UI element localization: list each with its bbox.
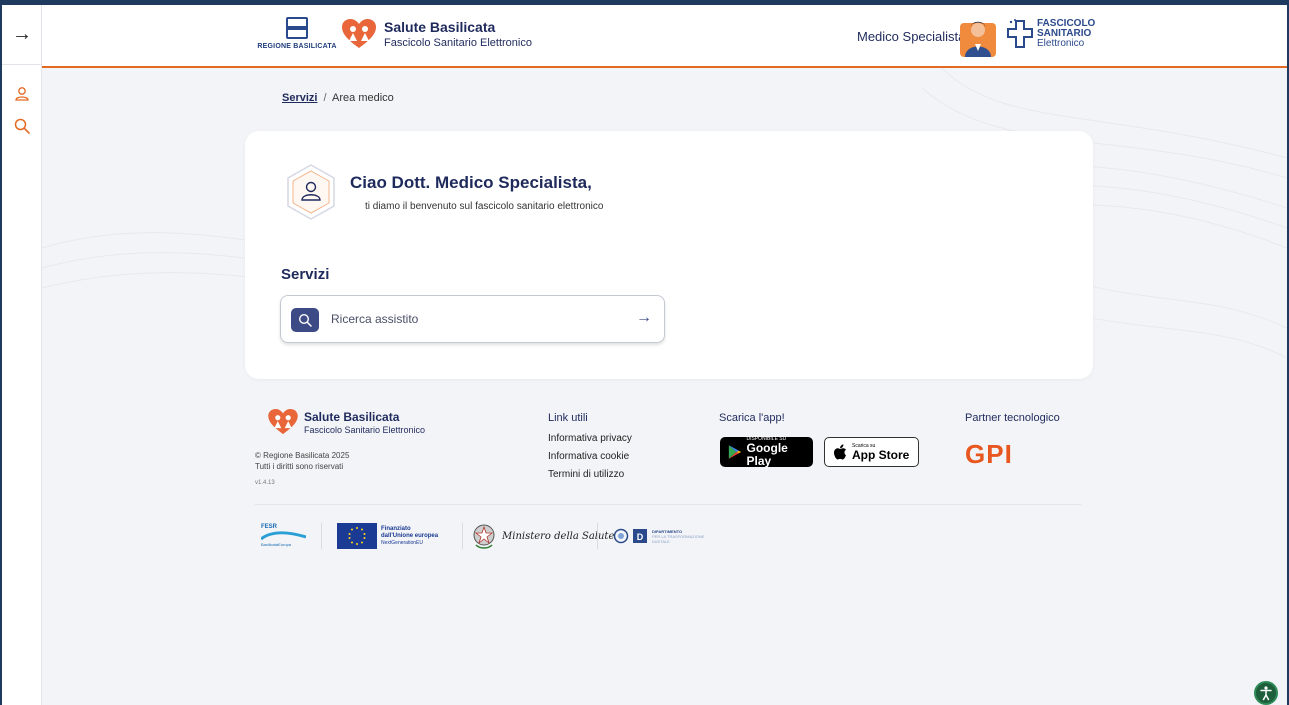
eu-line-2: dall'Unione europea — [381, 532, 439, 539]
terms-link[interactable]: Termini di utilizzo — [548, 466, 632, 484]
user-icon[interactable] — [13, 85, 31, 103]
eu-line-1: Finanziato — [381, 525, 411, 532]
apple-icon — [834, 444, 846, 460]
partner-separator — [462, 523, 463, 549]
footer: Salute Basilicata Fascicolo Sanitario El… — [255, 403, 1085, 563]
brand-subtitle: Fascicolo Sanitario Elettronico — [384, 37, 532, 49]
brand-title: Salute Basilicata — [384, 19, 496, 35]
google-play-button[interactable]: DISPONIBILE SU Google Play — [720, 436, 813, 468]
dept-line-3: DIGITALE — [652, 538, 670, 544]
welcome-text: ti diamo il benvenuto sul fascicolo sani… — [365, 201, 604, 212]
accessibility-button[interactable] — [1254, 681, 1278, 705]
version-label: v1.4.13 — [255, 480, 275, 486]
app-heading: Scarica l'app! — [719, 412, 785, 424]
user-avatar-icon — [287, 164, 335, 220]
google-play-big: Google Play — [746, 441, 788, 468]
partner-heading: Partner tecnologico — [965, 412, 1060, 424]
top-header: REGIONE BASILICATA Salute Basilicata Fas… — [42, 5, 1287, 68]
services-heading: Servizi — [281, 266, 330, 283]
breadcrumb-servizi-link[interactable]: Servizi — [282, 92, 317, 104]
fse-logo[interactable]: FASCICOLO SANITARIO Elettronico — [1007, 19, 1095, 49]
app-store-big: App Store — [852, 447, 910, 462]
ricerca-assistito-button[interactable]: Ricerca assistito → — [280, 295, 665, 343]
footer-brand-subtitle: Fascicolo Sanitario Elettronico — [304, 424, 426, 435]
region-logo-text: REGIONE BASILICATA — [257, 43, 337, 50]
app-window: → REGIONE BASILICATA Salute Basilicata F… — [0, 0, 1289, 705]
regional-crest-icon — [286, 17, 308, 39]
links-heading: Link utili — [548, 412, 588, 424]
copyright-text: © Regione Basilicata 2025 Tutti i diritt… — [255, 450, 349, 472]
google-play-icon — [728, 445, 742, 459]
footer-divider — [255, 504, 1081, 505]
dipartimento-logo[interactable]: D DIPARTIMENTO PER LA TRASFORMAZIONE DIG… — [613, 521, 704, 551]
copyright-line: © Regione Basilicata 2025 — [255, 451, 350, 460]
fesr-line-2: BasilicataEuropa — [261, 542, 292, 547]
app-store-button[interactable]: Scarica su App Store — [824, 437, 919, 467]
partner-separator — [597, 523, 598, 549]
italian-emblem-icon — [473, 524, 495, 549]
breadcrumb-separator: / — [323, 92, 327, 104]
medical-cross-icon — [1007, 19, 1033, 48]
doctor-avatar-icon[interactable] — [960, 17, 996, 57]
footer-brand-title: Salute Basilicata — [304, 409, 400, 424]
user-role-label[interactable]: Medico Specialista — [857, 29, 965, 44]
fesr-logo[interactable]: FESR BasilicataEuropa — [260, 521, 307, 551]
fse-line-3: Elettronico — [1037, 38, 1085, 49]
heart-family-icon — [268, 409, 298, 435]
rights-line: Tutti i diritti sono riservati — [255, 462, 344, 471]
side-rail: → — [2, 5, 42, 705]
eu-flag-icon — [337, 523, 377, 549]
partner-name: GPI — [965, 439, 1013, 469]
svg-text:D: D — [637, 532, 644, 542]
regione-basilicata-logo[interactable]: REGIONE BASILICATA — [257, 17, 337, 62]
footer-brand[interactable]: Salute Basilicata Fascicolo Sanitario El… — [268, 409, 425, 435]
fesr-line-1: FESR — [261, 524, 278, 530]
cookie-link[interactable]: Informativa cookie — [548, 448, 632, 466]
breadcrumb-current: Area medico — [332, 92, 394, 104]
breadcrumb: Servizi / Area medico — [282, 92, 394, 104]
welcome-card: Ciao Dott. Medico Specialista, ti diamo … — [245, 131, 1093, 379]
useful-links: Informativa privacy Informativa cookie T… — [548, 430, 632, 484]
arrow-right-icon: → — [636, 309, 652, 326]
greeting-heading: Ciao Dott. Medico Specialista, — [350, 173, 592, 192]
digital-dept-icon: D — [613, 528, 647, 544]
salute-basilicata-brand[interactable]: Salute Basilicata Fascicolo Sanitario El… — [342, 19, 532, 49]
gpi-logo[interactable]: GPI — [965, 439, 1013, 470]
wave-icon — [260, 531, 307, 541]
expand-menu-icon[interactable]: → — [2, 5, 42, 65]
search-label: Ricerca assistito — [331, 312, 419, 326]
eu-line-3: NextGenerationEU — [381, 539, 423, 546]
dept-line-2: PER LA TRASFORMAZIONE — [652, 533, 705, 539]
eu-logo[interactable]: Finanziato dall'Unione europea NextGener… — [337, 521, 438, 551]
search-icon[interactable] — [13, 117, 31, 135]
search-icon — [291, 308, 319, 332]
heart-family-icon — [342, 19, 376, 48]
partner-logos: FESR BasilicataEuropa Finanziato dall'Un… — [255, 521, 775, 551]
partner-separator — [321, 523, 322, 549]
privacy-link[interactable]: Informativa privacy — [548, 430, 632, 448]
ministero-salute-logo[interactable]: Ministero della Salute — [472, 521, 614, 551]
accessibility-icon — [1260, 686, 1272, 701]
